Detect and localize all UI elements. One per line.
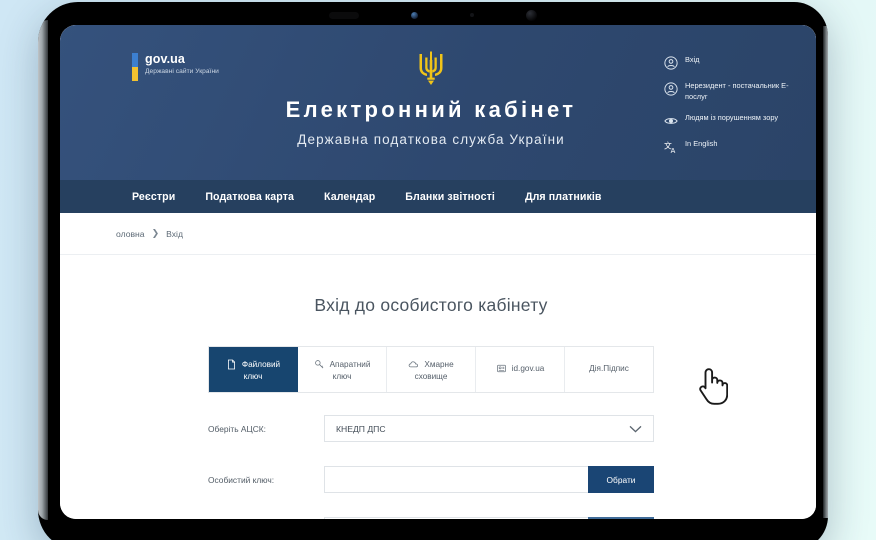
nav-item-for-taxpayers[interactable]: Для платників xyxy=(525,191,602,203)
page-title: Вхід до особистого кабінету xyxy=(314,295,548,315)
account-circle-icon xyxy=(664,56,678,70)
form-row-acsk: Оберіть АЦСК: КНЕДП ДПС xyxy=(208,415,654,442)
tab-label-line2: ключ xyxy=(332,371,352,381)
cloud-icon xyxy=(409,360,419,367)
private-key-input[interactable] xyxy=(324,466,588,493)
chevron-down-icon xyxy=(629,425,642,432)
ambient-light-sensor xyxy=(470,13,474,17)
utility-link-label: Вхід xyxy=(685,55,700,64)
front-camera-lens xyxy=(411,11,418,19)
eye-accessibility-icon xyxy=(664,118,678,125)
tab-label-line1: Апаратний xyxy=(329,359,371,369)
tablet-device-frame: gov.ua Державні сайти України Електронни… xyxy=(38,2,828,540)
tab-id-gov-ua[interactable]: id.gov.ua xyxy=(476,347,565,392)
id-card-icon xyxy=(496,364,506,373)
nav-item-calendar[interactable]: Календар xyxy=(324,191,375,203)
ukraine-tryzub-icon xyxy=(419,51,443,85)
site-header: gov.ua Державні сайти України Електронни… xyxy=(60,25,816,180)
account-circle-icon xyxy=(664,82,678,96)
svg-text:A: A xyxy=(671,149,676,155)
form-row-private-key: Особистий ключ: Обрати xyxy=(208,466,654,493)
file-icon xyxy=(227,359,235,369)
auth-method-tabs: Файловий ключ Апаратний ключ Хмарне схов… xyxy=(208,346,654,393)
tab-label-line1: id.gov.ua xyxy=(511,364,545,373)
speaker-grille xyxy=(329,11,359,19)
utility-link-english[interactable]: 文 A In English xyxy=(664,139,792,154)
utility-link-label: Нерезидент - постачальник Е-послуг xyxy=(685,81,789,101)
main-content: Вхід до особистого кабінету Файловий клю… xyxy=(60,255,816,519)
utility-link-label: In English xyxy=(685,139,718,149)
breadcrumb-item-home[interactable]: оловна xyxy=(116,229,145,239)
tab-cloud-storage[interactable]: Хмарне сховище xyxy=(387,347,476,392)
tab-label-line2: сховище xyxy=(414,371,448,381)
web-page: gov.ua Державні сайти України Електронни… xyxy=(60,25,816,519)
device-bezel-highlight-right xyxy=(823,26,828,518)
tab-diia-signature[interactable]: Дія.Підпис xyxy=(565,347,653,392)
device-sensor-cluster xyxy=(38,8,828,22)
key-password-input[interactable] xyxy=(324,517,588,519)
nav-item-report-forms[interactable]: Бланки звітності xyxy=(405,191,495,203)
tab-label-line1: Дія.Підпис xyxy=(589,364,629,373)
tab-file-key[interactable]: Файловий ключ xyxy=(209,347,298,392)
breadcrumb-item-login[interactable]: Вхід xyxy=(166,229,183,239)
private-key-label: Особистий ключ: xyxy=(208,474,275,485)
tab-label-line2: ключ xyxy=(243,371,263,381)
login-form: Оберіть АЦСК: КНЕДП ДПС Особистий ключ: xyxy=(208,415,654,519)
nav-item-tax-map[interactable]: Податкова карта xyxy=(205,191,294,203)
header-utility-links: Вхід Нерезидент - постачальник Е-послуг xyxy=(664,55,792,154)
tab-label-line1: Файловий xyxy=(241,359,281,369)
key-icon xyxy=(314,359,323,368)
acsk-selected-value: КНЕДП ДПС xyxy=(336,423,386,434)
tab-label-line1: Хмарне xyxy=(424,359,454,369)
utility-link-accessibility[interactable]: Людям із порушенням зору xyxy=(664,113,792,128)
tablet-screen: gov.ua Державні сайти України Електронни… xyxy=(60,25,816,519)
utility-link-nonresident[interactable]: Нерезидент - постачальник Е-послуг xyxy=(664,81,792,102)
choose-key-button[interactable]: Обрати xyxy=(588,466,654,493)
utility-link-login[interactable]: Вхід xyxy=(664,55,792,70)
utility-link-label: Людям із порушенням зору xyxy=(685,113,779,123)
nav-item-registries[interactable]: Реєстри xyxy=(132,191,175,203)
translate-icon: 文 A xyxy=(664,141,676,155)
acsk-label: Оберіть АЦСК: xyxy=(208,423,266,434)
main-navigation: Реєстри Податкова карта Календар Бланки … xyxy=(60,180,816,213)
acsk-select[interactable]: КНЕДП ДПС xyxy=(324,415,654,442)
form-row-key-password: Пароль захисту ключа: Зчитати xyxy=(208,517,654,519)
proximity-sensor xyxy=(526,9,537,21)
breadcrumb: оловна ❯ Вхід xyxy=(60,213,816,255)
device-bezel-highlight-left xyxy=(38,20,48,520)
tab-hardware-key[interactable]: Апаратний ключ xyxy=(298,347,387,392)
breadcrumb-separator-icon: ❯ xyxy=(151,228,160,238)
read-key-button[interactable]: Зчитати xyxy=(588,517,654,519)
